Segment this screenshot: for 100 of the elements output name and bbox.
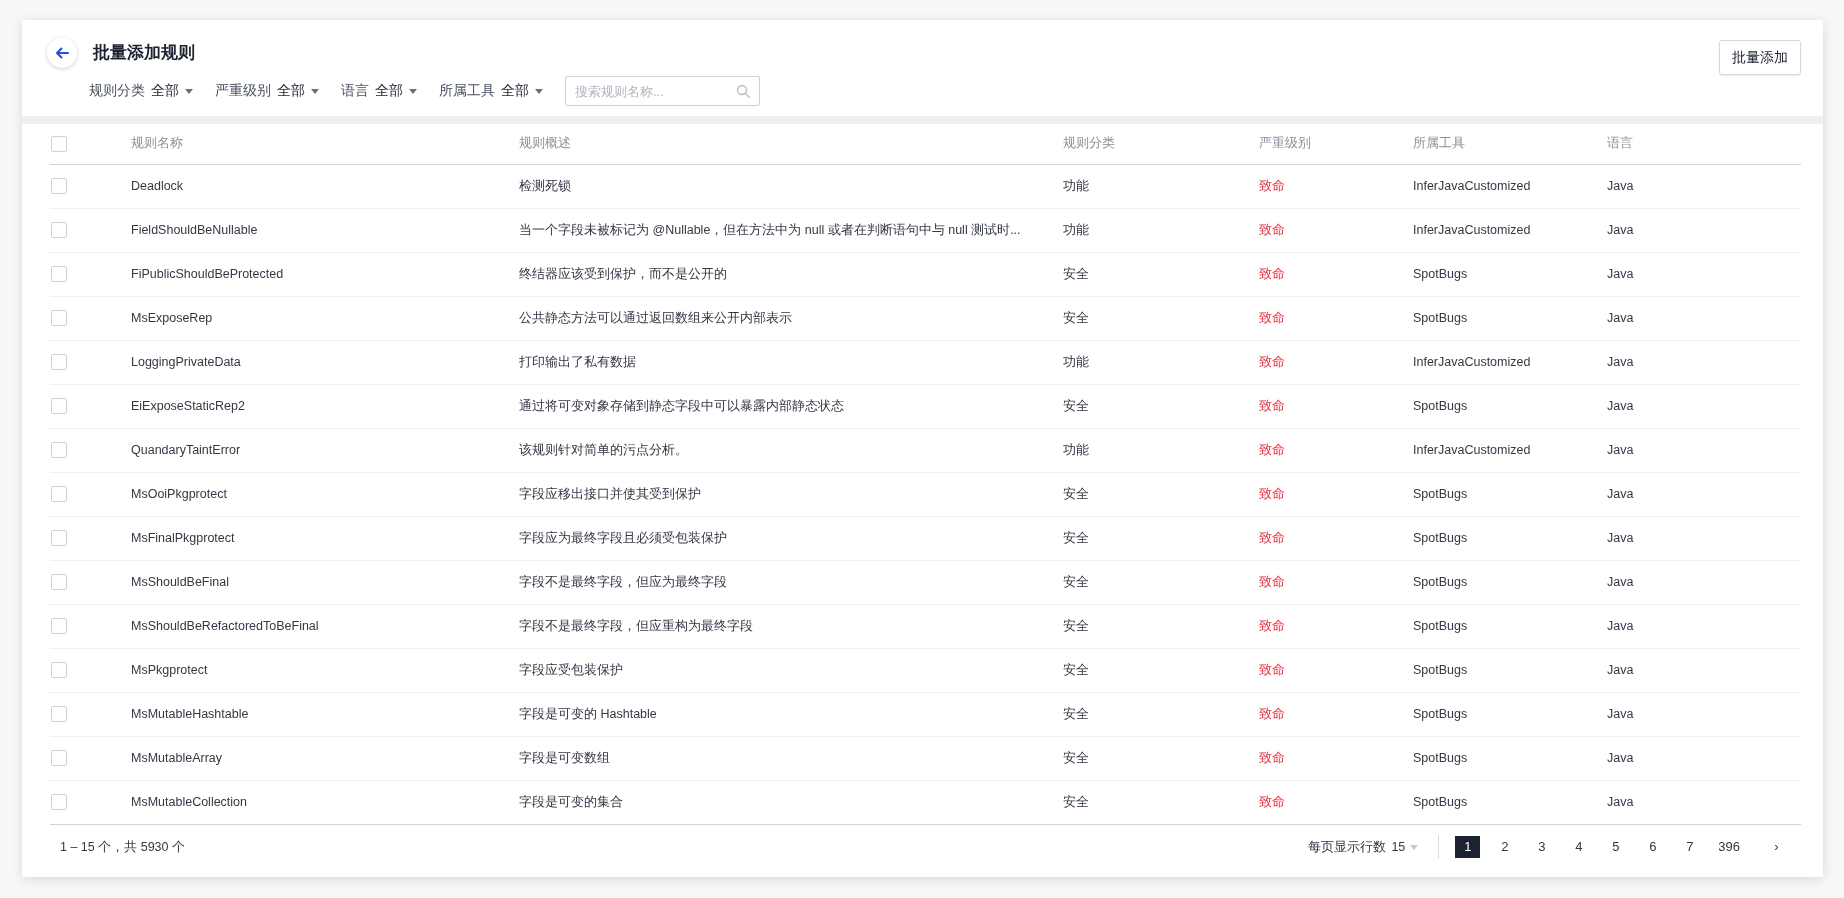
table-cell: 终结器应该受到保护，而不是公开的 bbox=[519, 266, 727, 281]
table-cell: Java bbox=[1607, 222, 1634, 237]
table-cell: MsMutableHashtable bbox=[131, 706, 249, 721]
batch-add-button[interactable]: 批量添加 bbox=[1719, 40, 1801, 75]
table-cell: 致命 bbox=[1259, 398, 1285, 413]
checkbox[interactable] bbox=[51, 618, 67, 634]
checkbox[interactable] bbox=[51, 794, 67, 810]
table-cell: SpotBugs bbox=[1413, 310, 1468, 325]
table-cell: MsFinalPkgprotect bbox=[131, 530, 235, 545]
table-cell: 致命 bbox=[1259, 310, 1285, 325]
column-header: 规则分类 bbox=[1063, 136, 1115, 151]
table-cell: MsOoiPkgprotect bbox=[131, 486, 227, 501]
filter-dropdown[interactable]: 语言 全部 bbox=[341, 80, 417, 102]
table-cell: Java bbox=[1607, 354, 1634, 369]
table-cell: InferJavaCustomized bbox=[1413, 178, 1531, 193]
table-cell: 安全 bbox=[1063, 310, 1089, 325]
caret-icon bbox=[311, 88, 319, 94]
table-cell: 致命 bbox=[1259, 486, 1285, 501]
table-cell: MsMutableArray bbox=[131, 750, 222, 765]
table-cell: SpotBugs bbox=[1413, 398, 1468, 413]
table-cell: MsShouldBeRefactoredToBeFinal bbox=[131, 618, 319, 633]
table-cell: Java bbox=[1607, 530, 1634, 545]
table-cell: Java bbox=[1607, 574, 1634, 589]
page-button[interactable]: 2 bbox=[1492, 836, 1518, 858]
table-cell: 功能 bbox=[1063, 442, 1089, 457]
table-cell: 致命 bbox=[1259, 178, 1285, 193]
checkbox[interactable] bbox=[51, 222, 67, 238]
table-cell: Java bbox=[1607, 398, 1634, 413]
table-cell: 致命 bbox=[1259, 266, 1285, 281]
caret-icon bbox=[535, 88, 543, 94]
table-cell: FiPublicShouldBeProtected bbox=[131, 266, 284, 281]
table-cell: SpotBugs bbox=[1413, 706, 1468, 721]
page-button[interactable]: 3 bbox=[1529, 836, 1555, 858]
page-button[interactable]: 396 bbox=[1714, 836, 1744, 858]
checkbox[interactable] bbox=[51, 398, 67, 414]
table-cell: 检测死锁 bbox=[519, 178, 571, 193]
table-cell: LoggingPrivateData bbox=[131, 354, 241, 369]
page-button[interactable]: 5 bbox=[1603, 836, 1629, 858]
table-cell: SpotBugs bbox=[1413, 750, 1468, 765]
page-button[interactable]: 6 bbox=[1640, 836, 1666, 858]
caret-icon bbox=[185, 88, 193, 94]
filter-dropdown[interactable]: 严重级别 全部 bbox=[215, 80, 319, 102]
next-page-button[interactable]: › bbox=[1764, 836, 1789, 858]
table-cell: 安全 bbox=[1063, 706, 1089, 721]
table-cell: Deadlock bbox=[131, 178, 184, 193]
column-header: 语言 bbox=[1607, 136, 1633, 151]
table-cell: Java bbox=[1607, 266, 1634, 281]
table-cell: 安全 bbox=[1063, 662, 1089, 677]
column-header: 严重级别 bbox=[1259, 136, 1311, 151]
table-cell: Java bbox=[1607, 662, 1634, 677]
checkbox[interactable] bbox=[51, 310, 67, 326]
table-cell: SpotBugs bbox=[1413, 662, 1468, 677]
checkbox[interactable] bbox=[51, 486, 67, 502]
checkbox[interactable] bbox=[51, 135, 67, 152]
table-cell: Java bbox=[1607, 706, 1634, 721]
table-cell: 致命 bbox=[1259, 574, 1285, 589]
checkbox[interactable] bbox=[51, 662, 67, 678]
rows-per-page-dropdown[interactable]: 每页显示行数 15 bbox=[1308, 837, 1419, 857]
table-cell: 字段不是最终字段，但应重构为最终字段 bbox=[519, 618, 753, 633]
table-cell: InferJavaCustomized bbox=[1413, 354, 1531, 369]
caret-icon bbox=[1410, 844, 1419, 850]
table-cell: 致命 bbox=[1259, 618, 1285, 633]
table-cell: Java bbox=[1607, 750, 1634, 765]
table-cell: 致命 bbox=[1259, 530, 1285, 545]
filter-dropdown[interactable]: 所属工具 全部 bbox=[439, 80, 543, 102]
table-cell: Java bbox=[1607, 486, 1634, 501]
filter-dropdown[interactable]: 规则分类 全部 bbox=[89, 80, 193, 102]
table-cell: 当一个字段未被标记为 @Nullable，但在方法中为 null 或者在判断语句中与 null 测试时... bbox=[519, 222, 1021, 237]
back-button[interactable] bbox=[47, 38, 77, 68]
checkbox[interactable] bbox=[51, 706, 67, 722]
table-cell: QuandaryTaintError bbox=[131, 442, 241, 457]
table-cell: 打印输出了私有数据 bbox=[519, 354, 636, 369]
caret-icon bbox=[409, 88, 417, 94]
page-button[interactable]: 7 bbox=[1677, 836, 1703, 858]
result-count: 1 – 15 个，共 5930 个 bbox=[60, 838, 185, 856]
table-cell: 致命 bbox=[1259, 750, 1285, 765]
checkbox[interactable] bbox=[51, 750, 67, 766]
table-cell: 字段是可变的 Hashtable bbox=[519, 706, 657, 721]
table-cell: 致命 bbox=[1259, 706, 1285, 721]
table-cell: SpotBugs bbox=[1413, 530, 1468, 545]
page-button[interactable]: 1 bbox=[1455, 836, 1481, 858]
table-cell: InferJavaCustomized bbox=[1413, 222, 1531, 237]
search-field[interactable]: 搜索规则名称... bbox=[565, 76, 760, 106]
checkbox[interactable] bbox=[51, 266, 67, 282]
checkbox[interactable] bbox=[51, 530, 67, 546]
table-cell: 安全 bbox=[1063, 266, 1089, 281]
table-cell: 字段应为最终字段且必须受包装保护 bbox=[519, 530, 727, 545]
table-cell: 字段是可变的集合 bbox=[519, 794, 623, 809]
checkbox[interactable] bbox=[51, 574, 67, 590]
checkbox[interactable] bbox=[51, 354, 67, 370]
table-cell: 致命 bbox=[1259, 442, 1285, 457]
checkbox[interactable] bbox=[51, 442, 67, 458]
table-cell: Java bbox=[1607, 618, 1634, 633]
page-button[interactable]: 4 bbox=[1566, 836, 1592, 858]
column-header: 规则概述 bbox=[519, 136, 571, 151]
table-cell: 功能 bbox=[1063, 178, 1089, 193]
search-icon bbox=[736, 84, 750, 98]
table-cell: Java bbox=[1607, 442, 1634, 457]
checkbox[interactable] bbox=[51, 178, 67, 194]
table-cell: 安全 bbox=[1063, 618, 1089, 633]
